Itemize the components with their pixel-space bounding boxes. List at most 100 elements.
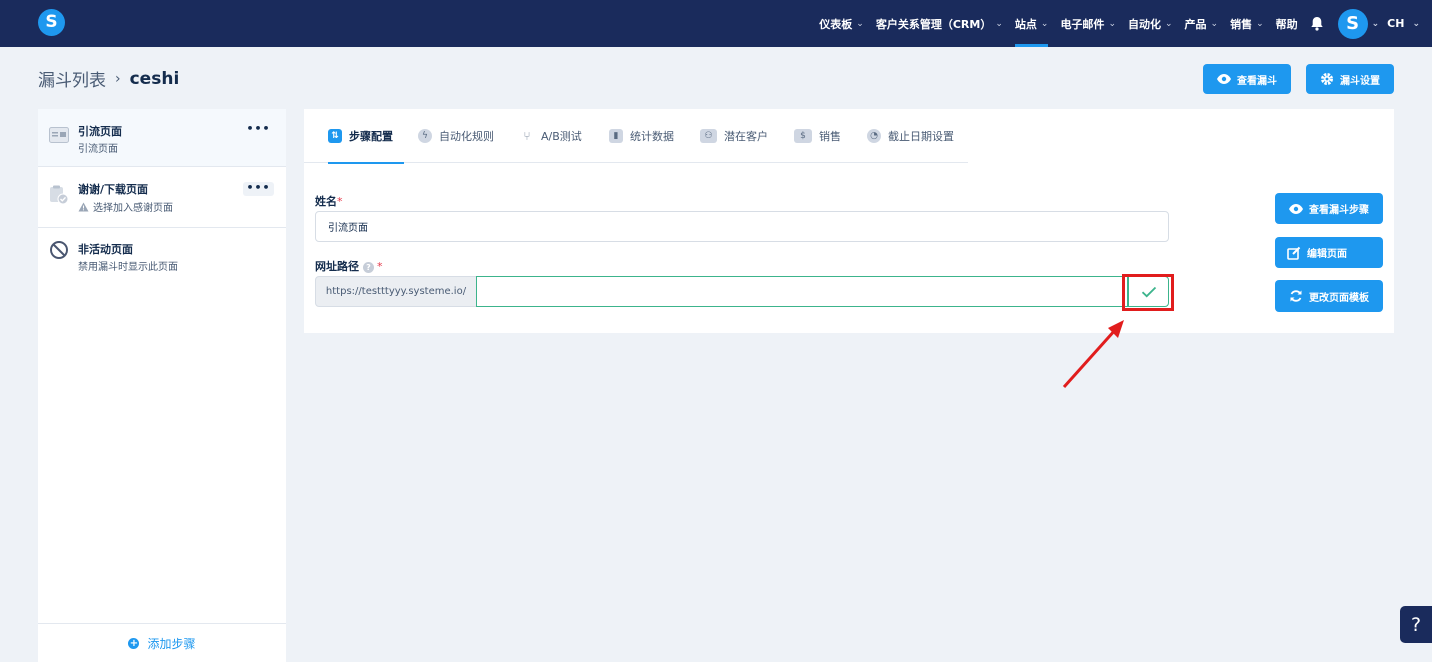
avatar[interactable]: S	[1337, 8, 1368, 39]
nav-sales[interactable]: 销售 ⌄	[1230, 0, 1264, 47]
dollar-icon: $	[794, 129, 812, 143]
funnel-settings-button[interactable]: 漏斗设置	[1306, 64, 1394, 94]
step-subtitle: 选择加入感谢页面	[93, 203, 173, 214]
tab-leads[interactable]: ⚇ 潜在客户	[700, 109, 768, 163]
add-step-button[interactable]: + 添加步骤	[38, 623, 286, 662]
tab-label: 统计数据	[630, 130, 674, 143]
view-funnel-button[interactable]: 查看漏斗	[1203, 64, 1291, 94]
annotation-highlight-box	[1122, 274, 1174, 311]
step-item-lead-page[interactable]: 引流页面 引流页面 •••	[38, 109, 286, 167]
nav-products[interactable]: 产品 ⌄	[1185, 0, 1219, 47]
chevron-down-icon: ⌄	[1256, 18, 1264, 29]
tab-ab-test[interactable]: ⑂ A/B测试	[520, 109, 582, 163]
tab-sales[interactable]: $ 销售	[794, 109, 841, 163]
tab-step-config[interactable]: ⇅ 步骤配置	[328, 109, 404, 164]
sliders-icon: ⇅	[328, 129, 342, 143]
users-icon: ⚇	[700, 129, 717, 143]
nav-email[interactable]: 电子邮件 ⌄	[1060, 0, 1116, 47]
button-label: 查看漏斗步骤	[1309, 205, 1369, 216]
step-title: 谢谢/下载页面	[78, 183, 149, 196]
page-icon	[49, 127, 69, 146]
main-nav: 仪表板 ⌄ 客户关系管理（CRM） ⌄ 站点 ⌄ 电子邮件 ⌄ 自动化 ⌄ 产品 ⌄ 销售 ⌄…	[807, 0, 1420, 47]
button-label: 编辑页面	[1307, 249, 1347, 260]
nav-label: 产品	[1184, 17, 1207, 31]
nav-dashboard[interactable]: 仪表板 ⌄	[819, 0, 864, 47]
chevron-down-icon: ⌄	[1164, 18, 1173, 29]
nav-automation[interactable]: 自动化 ⌄	[1128, 0, 1173, 47]
required-mark: *	[337, 195, 343, 208]
gear-icon	[1321, 73, 1333, 85]
chevron-down-icon: ⌄	[1412, 18, 1420, 29]
logo[interactable]: S	[38, 9, 65, 36]
tab-statistics[interactable]: ▮ 统计数据	[609, 109, 674, 163]
nav-label: 站点	[1014, 17, 1037, 31]
chevron-down-icon: ⌄	[1108, 18, 1116, 29]
chevron-down-icon: ⌄	[995, 18, 1003, 29]
step-subtitle: 禁用漏斗时显示此页面	[78, 262, 178, 273]
language-switcher[interactable]: ⌄ CH ⌄	[1372, 17, 1420, 30]
button-label: 漏斗设置	[1340, 75, 1380, 87]
clipboard-check-icon	[49, 185, 69, 208]
step-item-inactive-page[interactable]: 非活动页面 禁用漏斗时显示此页面	[38, 228, 286, 288]
step-title: 非活动页面	[78, 243, 133, 256]
name-input[interactable]: 引流页面	[315, 211, 1169, 242]
breadcrumb-current: ceshi	[129, 68, 180, 89]
step-subtitle-row: 选择加入感谢页面	[78, 199, 173, 214]
tab-label: 潜在客户	[724, 130, 768, 143]
top-navbar: S 仪表板 ⌄ 客户关系管理（CRM） ⌄ 站点 ⌄ 电子邮件 ⌄ 自动化 ⌄ 产品 ⌄ 销…	[0, 0, 1432, 47]
nav-sites[interactable]: 站点 ⌄	[1014, 0, 1049, 47]
step-title: 引流页面	[78, 125, 122, 138]
url-path-input[interactable]	[476, 276, 1128, 307]
bell-icon[interactable]	[1310, 16, 1326, 32]
nav-crm[interactable]: 客户关系管理（CRM） ⌄	[876, 0, 1003, 47]
change-template-button[interactable]: 更改页面模板	[1275, 280, 1383, 312]
nav-help[interactable]: 帮助	[1276, 0, 1298, 47]
bolt-icon: ϟ	[418, 129, 432, 143]
tab-label: 自动化规则	[439, 130, 494, 143]
split-icon: ⑂	[523, 129, 531, 143]
warning-icon	[78, 202, 89, 211]
breadcrumb: 漏斗列表 › ceshi	[38, 66, 180, 92]
tab-deadline-settings[interactable]: ◔ 截止日期设置	[867, 109, 954, 163]
nav-label: 帮助	[1275, 17, 1298, 31]
more-options-button[interactable]: •••	[243, 123, 274, 137]
button-label: 更改页面模板	[1309, 292, 1369, 304]
language-label: CH	[1387, 17, 1405, 30]
button-label: 查看漏斗	[1237, 75, 1277, 87]
chevron-down-icon: ⌄	[1040, 18, 1049, 29]
tab-label: 步骤配置	[349, 130, 393, 143]
url-prefix: https://testttyyy.systeme.io/	[315, 276, 477, 307]
add-step-label: 添加步骤	[147, 636, 196, 651]
help-icon[interactable]: ?	[363, 261, 374, 273]
eye-icon	[1217, 74, 1231, 84]
help-button[interactable]: ?	[1400, 606, 1432, 643]
step-config-card: ⇅ 步骤配置 ϟ 自动化规则 ⑂ A/B测试 ▮ 统计数据 ⚇ 潜在客户 $ 销售 ◔ 截止日…	[304, 109, 1394, 389]
annotation-arrow	[1062, 320, 1124, 389]
nav-label: 客户关系管理（CRM）	[875, 17, 992, 31]
tab-label: 销售	[819, 130, 841, 143]
chevron-right-icon: ›	[115, 70, 121, 87]
tab-label: A/B测试	[541, 130, 582, 143]
chevron-down-icon: ⌄	[1210, 18, 1219, 29]
plus-icon: +	[128, 637, 140, 649]
refresh-icon	[1290, 290, 1302, 302]
more-options-button[interactable]: •••	[243, 182, 274, 196]
name-label: 姓名*	[315, 193, 343, 209]
url-prefix-text: https://testttyyy.systeme.io/	[325, 286, 467, 297]
eye-icon	[1289, 203, 1303, 214]
required-mark: *	[377, 260, 383, 273]
clock-icon: ◔	[867, 129, 881, 143]
tab-automation-rules[interactable]: ϟ 自动化规则	[418, 109, 494, 163]
edit-page-button[interactable]: 编辑页面	[1275, 237, 1383, 268]
edit-icon	[1287, 246, 1301, 260]
tab-label: 截止日期设置	[888, 130, 954, 143]
step-subtitle: 引流页面	[78, 144, 118, 155]
step-item-thank-you-page[interactable]: 谢谢/下载页面 选择加入感谢页面 •••	[38, 167, 286, 228]
nav-label: 仪表板	[819, 17, 853, 31]
name-label-text: 姓名	[315, 195, 337, 208]
chevron-down-icon: ⌄	[1371, 18, 1380, 29]
url-label-text: 网址路径	[315, 260, 359, 273]
view-funnel-steps-button[interactable]: 查看漏斗步骤	[1275, 193, 1383, 224]
breadcrumb-funnel-list[interactable]: 漏斗列表	[38, 66, 106, 91]
bar-chart-icon: ▮	[609, 129, 623, 143]
